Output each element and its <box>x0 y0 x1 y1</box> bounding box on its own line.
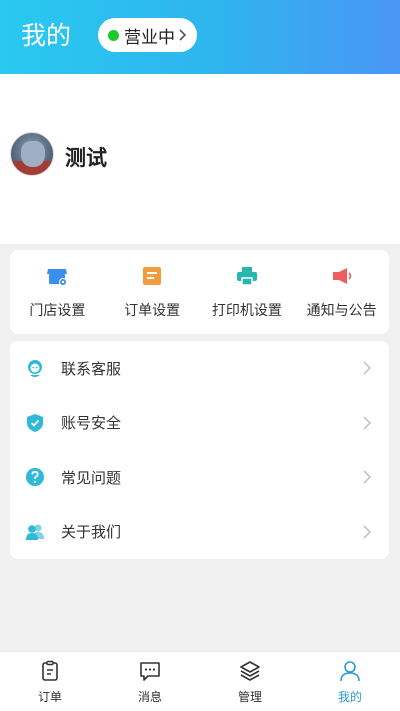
notifications-button[interactable]: 通知与公告 <box>294 250 389 334</box>
chevron-right-icon <box>363 361 371 375</box>
quick-action-label: 打印机设置 <box>211 303 282 319</box>
customer-service-icon <box>28 360 42 378</box>
menu-item-label: 账号安全 <box>61 414 122 433</box>
layers-icon <box>240 661 260 681</box>
megaphone-icon <box>332 268 351 284</box>
status-label: 营业中 <box>124 27 175 48</box>
page-title: 我的 <box>21 21 72 50</box>
tab-label: 消息 <box>137 690 162 704</box>
printer-icon <box>236 267 257 286</box>
business-status-button[interactable]: 营业中 <box>98 18 197 52</box>
question-icon <box>26 468 44 487</box>
menu-item-label: 常见问题 <box>61 468 122 487</box>
menu-item-label: 联系客服 <box>61 359 122 378</box>
chevron-right-icon <box>363 416 371 430</box>
menu-item-customer-service[interactable]: 联系客服 <box>10 341 389 396</box>
tab-orders[interactable]: 订单 <box>0 652 100 711</box>
menu-item-about-us[interactable]: 关于我们 <box>10 505 389 560</box>
store-settings-icon <box>47 269 68 286</box>
chat-icon <box>140 662 160 681</box>
quick-action-label: 门店设置 <box>29 303 86 319</box>
people-icon <box>26 524 44 540</box>
avatar[interactable] <box>10 132 54 176</box>
tab-label: 管理 <box>237 690 262 704</box>
shield-icon <box>27 413 43 432</box>
order-settings-button[interactable]: 订单设置 <box>105 250 200 334</box>
chevron-right-icon <box>179 29 187 41</box>
menu-item-faq[interactable]: 常见问题 <box>10 450 389 505</box>
tab-manage[interactable]: 管理 <box>200 652 300 711</box>
quick-action-label: 订单设置 <box>124 303 181 319</box>
clipboard-icon <box>42 660 58 681</box>
header-bar: 我的 营业中 <box>0 0 400 74</box>
chevron-right-icon <box>363 525 371 539</box>
menu-item-label: 关于我们 <box>61 523 122 542</box>
store-settings-button[interactable]: 门店设置 <box>10 250 105 334</box>
profile-section[interactable]: 测试 <box>0 74 400 244</box>
bottom-tab-bar: 订单 消息 管理 我的 <box>0 651 400 711</box>
user-icon <box>340 661 360 682</box>
printer-settings-button[interactable]: 打印机设置 <box>200 250 295 334</box>
menu-list: 联系客服 账号安全 常见问题 关于我们 <box>10 341 389 559</box>
tab-label: 订单 <box>37 690 62 704</box>
status-dot-icon <box>108 29 119 41</box>
tab-messages[interactable]: 消息 <box>100 652 200 711</box>
quick-actions-card: 门店设置 订单设置 打印机设置 通知与公告 <box>10 250 389 334</box>
tab-label: 我的 <box>337 690 362 704</box>
tab-mine[interactable]: 我的 <box>300 652 400 711</box>
order-settings-icon <box>143 267 162 285</box>
username: 测试 <box>65 146 107 170</box>
chevron-right-icon <box>363 470 371 484</box>
menu-item-account-security[interactable]: 账号安全 <box>10 396 389 451</box>
quick-action-label: 通知与公告 <box>306 303 377 319</box>
